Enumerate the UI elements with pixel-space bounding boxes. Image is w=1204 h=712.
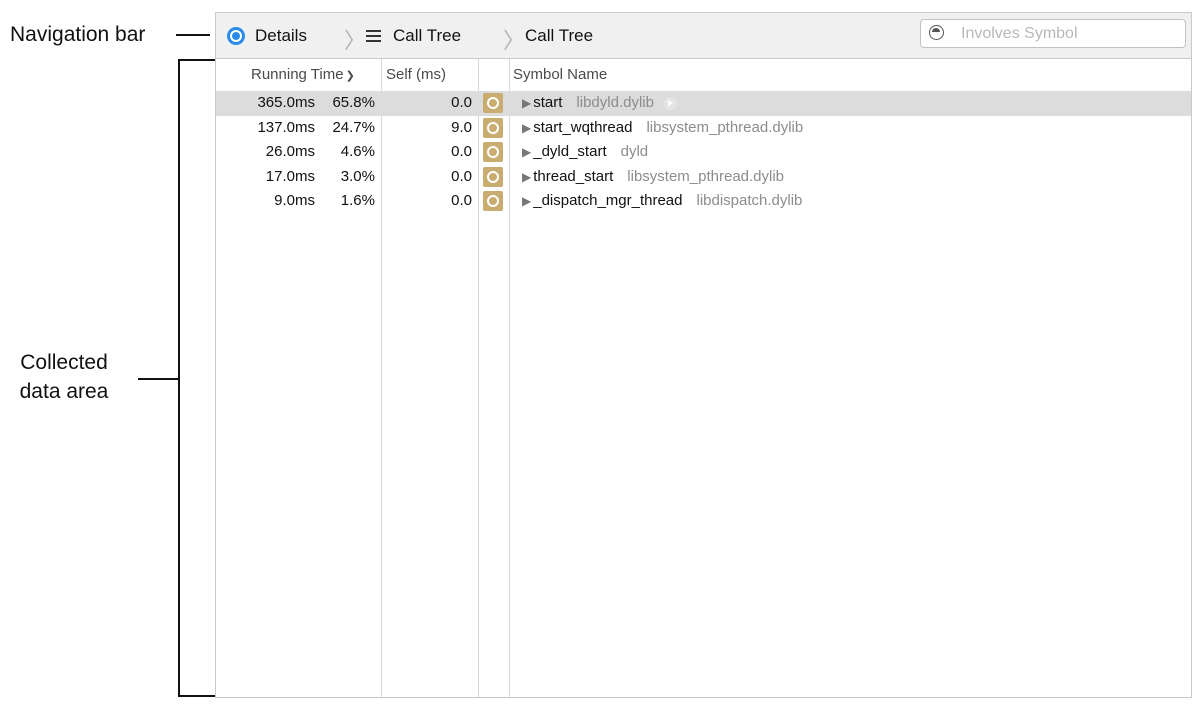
library-name: libdispatch.dylib [696, 192, 803, 209]
disclosure-triangle-icon[interactable]: ▶ [522, 194, 531, 208]
symbol-cell: ▶ start_wqthread libsystem_pthread.dylib [522, 119, 803, 136]
self-time: 0.0 [451, 192, 472, 209]
library-name: dyld [620, 143, 649, 160]
disclosure-triangle-icon[interactable]: ▶ [522, 170, 531, 184]
sort-descending-icon: ❯ [345, 70, 355, 82]
running-time-percent: 24.7% [332, 118, 375, 136]
breadcrumb-call-tree-view[interactable]: Call Tree [366, 13, 461, 58]
symbol-name: _dispatch_mgr_thread [533, 192, 683, 209]
column-header-running-time[interactable]: Running Time ❯ [251, 66, 355, 83]
navigation-bar: Details 〉 Call Tree 〉 Call Tree [216, 13, 1191, 59]
involves-symbol-input[interactable] [961, 20, 1176, 47]
column-header-running-time-label: Running Time [251, 66, 344, 83]
self-time: 0.0 [451, 143, 472, 160]
symbol-name: start [533, 94, 563, 111]
breadcrumb-call-tree[interactable]: Call Tree [525, 13, 593, 58]
involves-symbol-search[interactable] [920, 19, 1186, 48]
table-row[interactable]: 17.0ms 3.0% 0.0 ▶ thread_start libsystem_p… [216, 165, 1191, 190]
running-time-percent: 1.6% [340, 192, 375, 209]
instruments-detail-window: Details 〉 Call Tree 〉 Call Tree Running … [215, 12, 1192, 698]
running-time-ms: 365.0ms [257, 94, 315, 111]
library-name: libdyld.dylib [576, 94, 654, 111]
gear-icon [483, 142, 503, 162]
running-time-percent: 4.6% [340, 143, 375, 160]
breadcrumb-details-label: Details [255, 25, 307, 45]
navigation-bar-callout-label: Navigation bar [10, 23, 146, 46]
symbol-name: start_wqthread [533, 118, 633, 136]
breadcrumb-call-tree-label: Call Tree [393, 25, 462, 45]
gear-icon [483, 117, 503, 138]
disclosure-triangle-icon[interactable]: ▶ [522, 121, 531, 135]
table-row[interactable]: 137.0ms 24.7% 9.0 ▶ start_wqthread libsyst… [216, 116, 1191, 141]
running-time-percent: 65.8% [332, 94, 375, 111]
table-row[interactable]: 26.0ms 4.6% 0.0 ▶ _dyld_start dyld [216, 140, 1191, 165]
library-name: libsystem_pthread.dylib [646, 118, 804, 136]
symbol-name: thread_start [533, 167, 614, 185]
collected-data-callout-line2: data area [19, 380, 109, 403]
gear-icon [483, 166, 503, 187]
symbol-cell: ▶ _dispatch_mgr_thread libdispatch.dylib [522, 192, 802, 209]
symbol-cell: ▶ start libdyld.dylib [522, 94, 677, 111]
symbol-cell: ▶ _dyld_start dyld [522, 143, 648, 160]
self-time: 9.0 [451, 118, 472, 136]
self-time: 0.0 [451, 94, 472, 111]
self-time: 0.0 [451, 167, 472, 185]
gear-icon [483, 93, 503, 113]
list-icon [366, 29, 381, 42]
breadcrumb-separator-icon: 〉 [503, 28, 526, 53]
running-time-ms: 26.0ms [265, 143, 315, 160]
column-header-self[interactable]: Self (ms) [386, 66, 446, 83]
table-row[interactable]: 365.0ms 65.8% 0.0 ▶ start libdyld.dylib [216, 91, 1191, 116]
disclosure-triangle-icon[interactable]: ▶ [522, 145, 531, 159]
call-tree-rows: 365.0ms 65.8% 0.0 ▶ start libdyld.dylib 13… [216, 91, 1191, 214]
filter-scope-icon[interactable] [929, 25, 944, 40]
collected-data-callout-label: Collected data area [0, 348, 128, 406]
collected-data-bracket [178, 59, 216, 697]
collected-data-callout-line1: Collected [20, 351, 108, 374]
library-name: libsystem_pthread.dylib [627, 167, 785, 185]
running-time-ms: 9.0ms [274, 192, 315, 209]
column-header-symbol-name[interactable]: Symbol Name [513, 66, 607, 83]
collected-data-callout-tick [138, 378, 178, 380]
go-to-arrow-icon[interactable] [663, 96, 677, 110]
symbol-name: _dyld_start [533, 143, 607, 160]
disclosure-triangle-icon[interactable]: ▶ [522, 96, 531, 110]
gear-icon [483, 191, 503, 211]
details-icon [227, 26, 245, 45]
breadcrumb-details[interactable]: Details [227, 13, 307, 58]
navigation-bar-callout-line [176, 34, 210, 36]
symbol-cell: ▶ thread_start libsystem_pthread.dylib [522, 168, 784, 185]
breadcrumb-separator-icon: 〉 [344, 28, 367, 53]
running-time-percent: 3.0% [340, 167, 375, 185]
table-row[interactable]: 9.0ms 1.6% 0.0 ▶ _dispatch_mgr_thread libd… [216, 189, 1191, 214]
breadcrumb-call-tree-current-label: Call Tree [525, 25, 594, 45]
running-time-ms: 17.0ms [265, 167, 315, 185]
running-time-ms: 137.0ms [257, 118, 315, 136]
table-header: Running Time ❯ Self (ms) Symbol Name [216, 59, 1191, 88]
